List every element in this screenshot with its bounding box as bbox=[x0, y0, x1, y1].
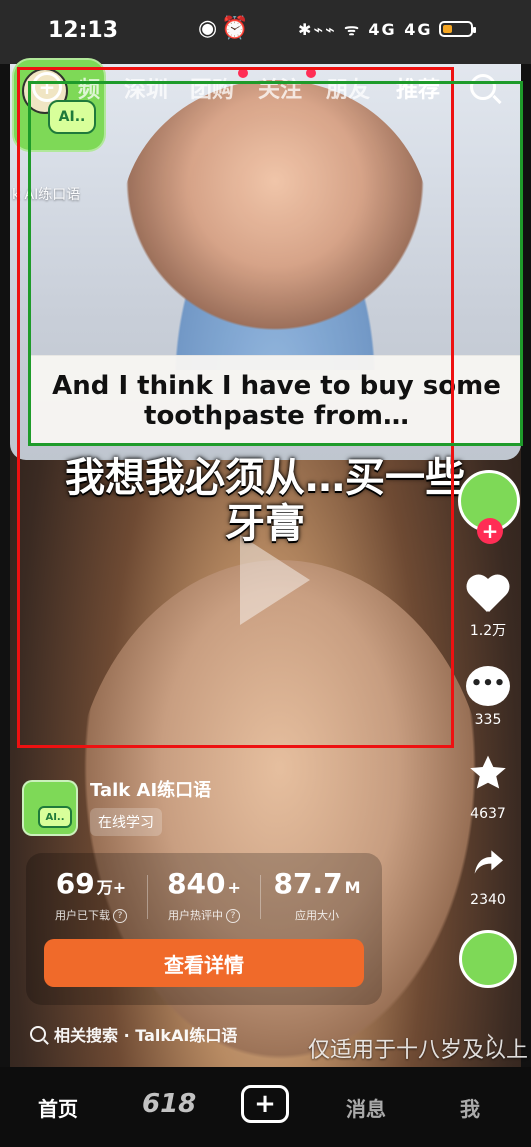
related-search[interactable]: 相关搜索 · TalkAI练口语 bbox=[30, 1022, 237, 1046]
ad-category-tag: 在线学习 bbox=[90, 808, 162, 836]
share-arrow-icon bbox=[474, 850, 503, 874]
heart-icon bbox=[467, 576, 509, 614]
stat-size: 87.7 M 应用大小 bbox=[262, 869, 372, 923]
chevron-right-icon[interactable]: › bbox=[486, 1026, 495, 1051]
related-search-text: 相关搜索 · TalkAI练口语 bbox=[54, 1026, 238, 1045]
age-notice: 仅适用于十八岁及以上 bbox=[308, 1038, 529, 1063]
ad-app-logo[interactable] bbox=[22, 780, 78, 836]
comment-button[interactable]: 335 bbox=[453, 666, 523, 728]
share-count: 2340 bbox=[470, 892, 506, 908]
stat-size-label: 应用大小 bbox=[295, 909, 339, 922]
favorite-count: 4637 bbox=[470, 806, 506, 822]
like-button[interactable]: 1.2万 bbox=[453, 576, 523, 640]
tab-618[interactable]: 618 bbox=[142, 1089, 196, 1119]
music-disc-avatar[interactable] bbox=[459, 930, 517, 988]
battery-icon bbox=[438, 21, 476, 37]
stat-downloads: 69 万+ 用户已下载? bbox=[36, 869, 146, 923]
search-icon bbox=[30, 1026, 46, 1042]
network-icons: ✱⌁⌁ ᯤ 4G 4G bbox=[298, 20, 433, 39]
bottom-tab-bar: 首页 618 + 消息 我 bbox=[0, 1067, 531, 1147]
highlight-box-green bbox=[28, 81, 523, 446]
question-icon[interactable]: ? bbox=[113, 909, 127, 923]
ad-panel: 69 万+ 用户已下载? 840 + 用户热评中? 87.7 M 应用大小 查看详情 bbox=[26, 853, 382, 1005]
status-center-icons: ◉⏰ bbox=[198, 16, 253, 41]
status-time: 12:13 bbox=[48, 18, 119, 43]
stat-downloads-number: 69 bbox=[55, 867, 95, 900]
stat-reviews-unit: + bbox=[227, 878, 241, 897]
stat-size-number: 87.7 bbox=[273, 867, 343, 900]
comment-count: 335 bbox=[474, 712, 502, 728]
divider bbox=[260, 875, 261, 919]
question-icon[interactable]: ? bbox=[226, 909, 240, 923]
status-bar: 12:13 ◉⏰ ✱⌁⌁ ᯤ 4G 4G bbox=[0, 0, 531, 64]
tab-messages[interactable]: 消息 bbox=[346, 1093, 386, 1122]
stat-downloads-label: 用户已下载 bbox=[55, 909, 110, 922]
tab-home[interactable]: 首页 bbox=[38, 1093, 78, 1122]
status-right-icons: ✱⌁⌁ ᯤ 4G 4G bbox=[298, 18, 476, 40]
stat-reviews-number: 840 bbox=[167, 867, 226, 900]
comment-icon bbox=[466, 666, 510, 706]
stat-size-unit: M bbox=[344, 878, 361, 897]
ad-header: Talk AI练口语 在线学习 bbox=[22, 780, 211, 836]
stat-downloads-unit: 万+ bbox=[96, 878, 127, 897]
ad-app-name[interactable]: Talk AI练口语 bbox=[90, 780, 211, 802]
favorite-button[interactable]: 4637 bbox=[453, 752, 523, 822]
like-count: 1.2万 bbox=[469, 623, 507, 639]
create-plus-button[interactable]: + bbox=[241, 1085, 289, 1123]
divider bbox=[147, 875, 148, 919]
stat-reviews-label: 用户热评中 bbox=[168, 909, 223, 922]
follow-plus-icon[interactable]: + bbox=[477, 518, 503, 544]
tab-me[interactable]: 我 bbox=[460, 1093, 480, 1122]
stat-reviews: 840 + 用户热评中? bbox=[149, 869, 259, 923]
star-icon bbox=[470, 755, 506, 789]
ad-stats: 69 万+ 用户已下载? 840 + 用户热评中? 87.7 M 应用大小 bbox=[36, 869, 372, 929]
view-details-button[interactable]: 查看详情 bbox=[44, 939, 364, 987]
share-button[interactable]: 2340 bbox=[453, 842, 523, 908]
